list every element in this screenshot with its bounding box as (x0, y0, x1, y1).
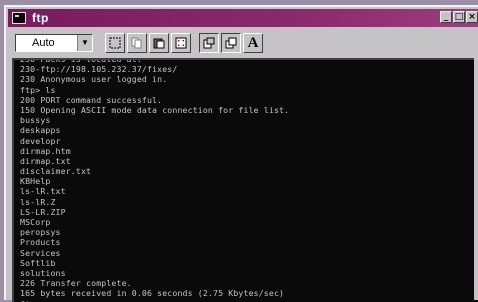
copy-icon (131, 37, 143, 49)
terminal-line: dirmap.txt (20, 156, 478, 166)
terminal-line: solutions (20, 268, 478, 278)
paste-icon (153, 37, 165, 49)
background-button[interactable] (221, 33, 241, 53)
terminal-line: ftp> ls (20, 85, 478, 95)
terminal-line: LS-LR.ZIP (20, 207, 478, 217)
terminal-line: Softlib (20, 258, 478, 268)
console-app-icon[interactable] (12, 12, 26, 24)
background-icon (225, 37, 237, 49)
properties-button[interactable] (199, 33, 219, 53)
mark-button[interactable] (105, 33, 125, 53)
console-window: ftp _ □ × Auto ▼ (4, 5, 478, 300)
font-size-select[interactable]: Auto ▼ (15, 34, 93, 52)
minimize-button[interactable]: _ (440, 11, 452, 23)
font-icon: A (248, 35, 259, 52)
terminal-line: ftp> (20, 299, 478, 302)
terminal-line: 226 Transfer complete. (20, 278, 478, 288)
mark-icon (109, 37, 121, 49)
terminal-lines: 230-Packs is located at:230-ftp://198.10… (14, 58, 478, 302)
window-controls: _ □ × (440, 11, 478, 23)
terminal-line: deskapps (20, 125, 478, 135)
terminal-output[interactable]: 230-Packs is located at:230-ftp://198.10… (12, 58, 478, 302)
terminal-line: 150 Opening ASCII mode data connection f… (20, 105, 478, 115)
close-button[interactable]: × (466, 11, 478, 23)
window-right-edge (474, 51, 478, 300)
terminal-line: 165 bytes received in 0.06 seconds (2.75… (20, 288, 478, 298)
terminal-line: Services (20, 248, 478, 258)
terminal-line: peropsys (20, 227, 478, 237)
terminal-line: disclaimer.txt (20, 166, 478, 176)
terminal-line: developr (20, 136, 478, 146)
font-size-select-value: Auto (32, 37, 55, 49)
toolbar: Auto ▼ (8, 29, 478, 57)
terminal-line: KBHelp (20, 176, 478, 186)
terminal-line: dirmap.htm (20, 146, 478, 156)
fullscreen-icon (175, 37, 187, 49)
terminal-line: Products (20, 237, 478, 247)
copy-button[interactable] (127, 33, 147, 53)
terminal-line: 230-ftp://198.105.232.37/fixes/ (20, 64, 478, 74)
terminal-line: MSCorp (20, 217, 478, 227)
fullscreen-button[interactable] (171, 33, 191, 53)
terminal-line: ls-lR.txt (20, 186, 478, 196)
window-title: ftp (32, 11, 49, 25)
terminal-line: bussys (20, 115, 478, 125)
paste-button[interactable] (149, 33, 169, 53)
maximize-button[interactable]: □ (453, 11, 465, 23)
properties-icon (203, 37, 215, 49)
chevron-down-icon[interactable]: ▼ (77, 35, 92, 51)
terminal-line: ls-lR.Z (20, 197, 478, 207)
terminal-line: 200 PORT command successful. (20, 95, 478, 105)
title-bar[interactable]: ftp _ □ × (8, 9, 478, 27)
font-button[interactable]: A (243, 33, 263, 53)
terminal-line: 230 Anonymous user logged in. (20, 74, 478, 84)
